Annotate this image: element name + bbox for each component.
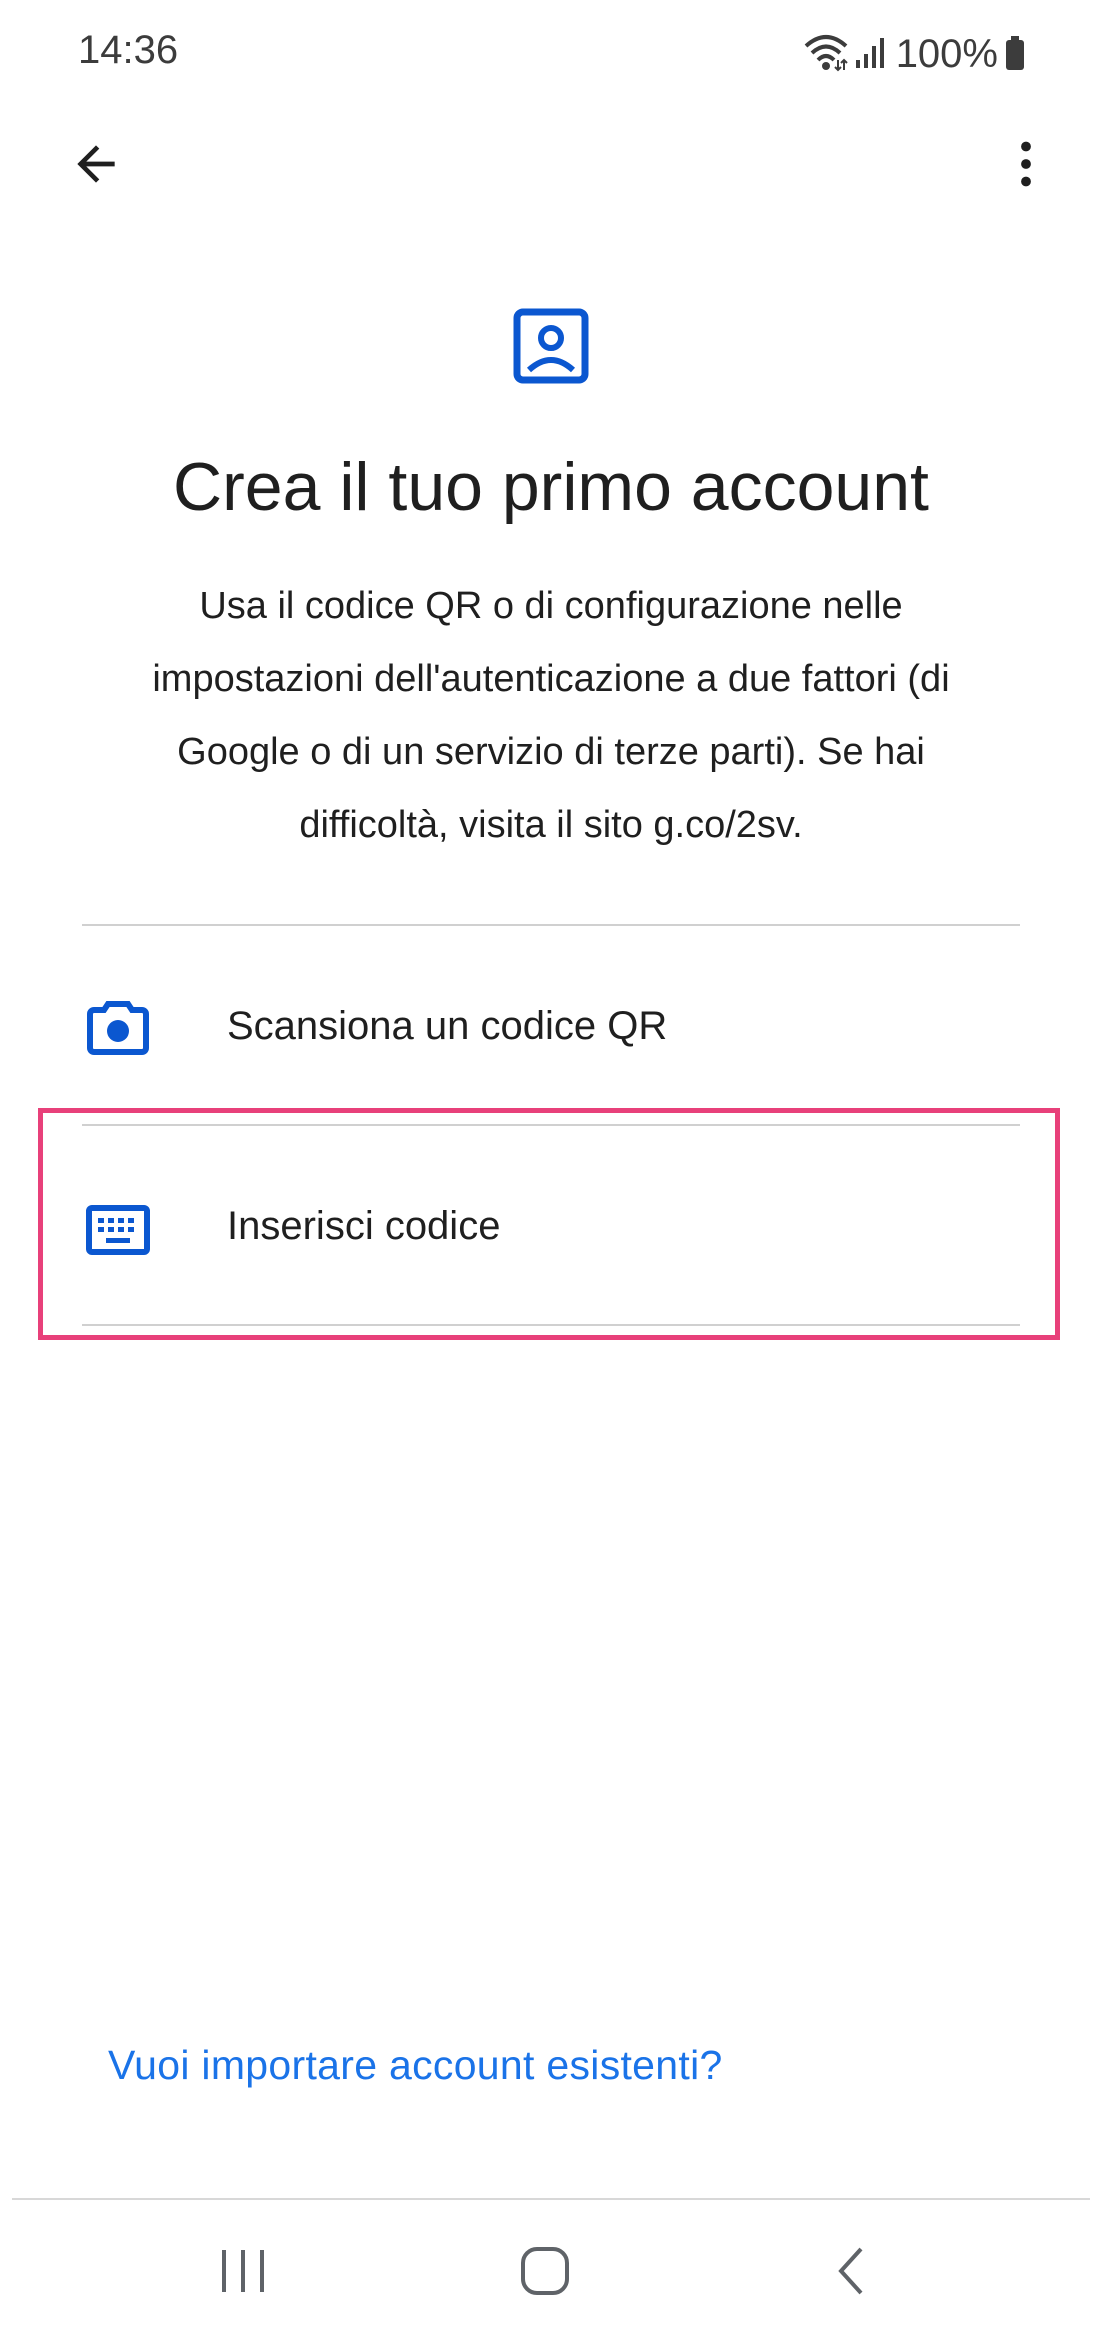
more-options-button[interactable]	[990, 130, 1062, 202]
scan-qr-option[interactable]: Scansiona un codice QR	[0, 926, 1102, 1126]
enter-code-option[interactable]: Inserisci codice	[0, 1126, 1102, 1326]
arrow-back-icon	[68, 136, 124, 197]
account-box-icon	[513, 308, 589, 384]
enter-code-label: Inserisci codice	[227, 1204, 501, 1248]
keyboard-icon	[86, 1198, 150, 1262]
recents-button[interactable]	[198, 2228, 288, 2318]
nav-back-icon	[831, 2245, 871, 2302]
divider	[82, 1324, 1020, 1326]
description-text: Usa il codice QR o di configurazione nel…	[152, 585, 950, 846]
status-icons: 100%	[804, 28, 1026, 80]
back-button[interactable]	[60, 130, 132, 202]
status-time: 14:36	[78, 28, 179, 72]
wifi-icon	[804, 32, 848, 77]
scan-qr-label: Scansiona un codice QR	[227, 1004, 668, 1048]
page-title: Crea il tuo primo account	[173, 449, 929, 525]
battery-percent: 100%	[895, 31, 998, 76]
app-bar	[0, 120, 1102, 210]
battery-icon	[1004, 32, 1026, 77]
home-icon	[519, 2245, 571, 2302]
nav-back-button[interactable]	[806, 2228, 896, 2318]
camera-icon	[86, 996, 150, 1060]
signal-icon	[854, 32, 886, 77]
home-button[interactable]	[500, 2228, 590, 2318]
more-vert-icon	[998, 136, 1054, 197]
status-bar: 14:36 100%	[0, 0, 1102, 100]
recents-icon	[218, 2246, 268, 2301]
system-nav-bar	[0, 2200, 1102, 2340]
import-accounts-link[interactable]: Vuoi importare account esistenti?	[108, 2042, 723, 2089]
